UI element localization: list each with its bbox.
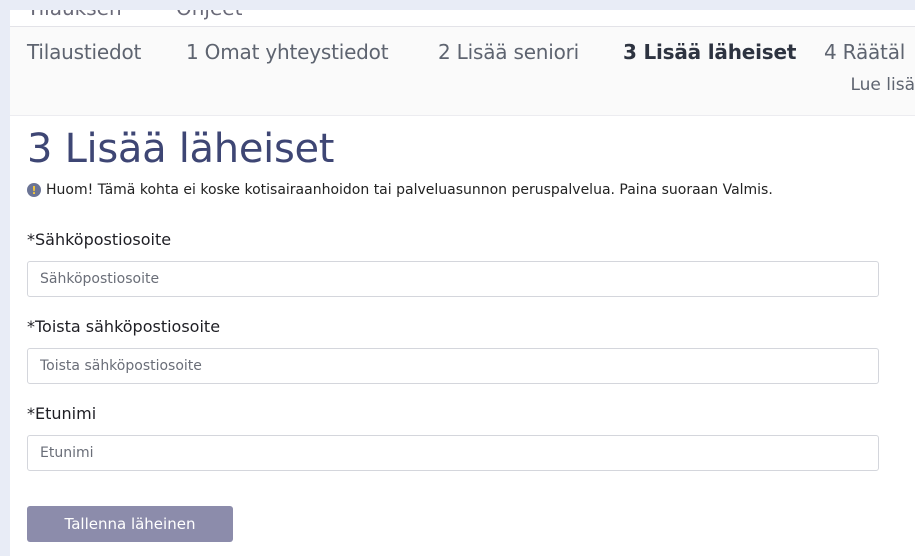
topnav-item-ohjeet[interactable]: Ohjeet [176, 10, 242, 20]
first-name-field[interactable] [27, 435, 879, 471]
email-label: *Sähköpostiosoite [27, 230, 172, 249]
step-lisaa-seniori[interactable]: 2 Lisää seniori [438, 40, 579, 64]
step-raatalointi[interactable]: 4 Räätäl [824, 40, 905, 64]
save-contact-button[interactable]: Tallenna läheinen [27, 506, 233, 542]
step-navigation: Tilaustiedot 1 Omat yhteystiedot 2 Lisää… [10, 27, 915, 116]
top-navigation: Tilauksen Ohjeet [10, 10, 915, 27]
page: Tilauksen Ohjeet Tilaustiedot 1 Omat yht… [10, 10, 915, 556]
notice-text: Huom! Tämä kohta ei koske kotisairaanhoi… [46, 182, 773, 198]
step-omat-yhteystiedot[interactable]: 1 Omat yhteystiedot [186, 40, 389, 64]
email-field[interactable] [27, 261, 879, 297]
confirm-email-field[interactable] [27, 348, 879, 384]
topnav-item-tilauksen[interactable]: Tilauksen [27, 10, 122, 20]
first-name-label: *Etunimi [27, 404, 97, 423]
read-more-link[interactable]: Lue lisä [850, 75, 915, 95]
step-lisaa-laheiset[interactable]: 3 Lisää läheiset [623, 40, 796, 64]
confirm-email-label: *Toista sähköpostiosoite [27, 317, 221, 336]
info-icon: ! [27, 183, 41, 197]
page-title: 3 Lisää läheiset [27, 126, 335, 172]
step-tilaustiedot[interactable]: Tilaustiedot [27, 40, 141, 64]
notice: ! Huom! Tämä kohta ei koske kotisairaanh… [27, 182, 773, 198]
